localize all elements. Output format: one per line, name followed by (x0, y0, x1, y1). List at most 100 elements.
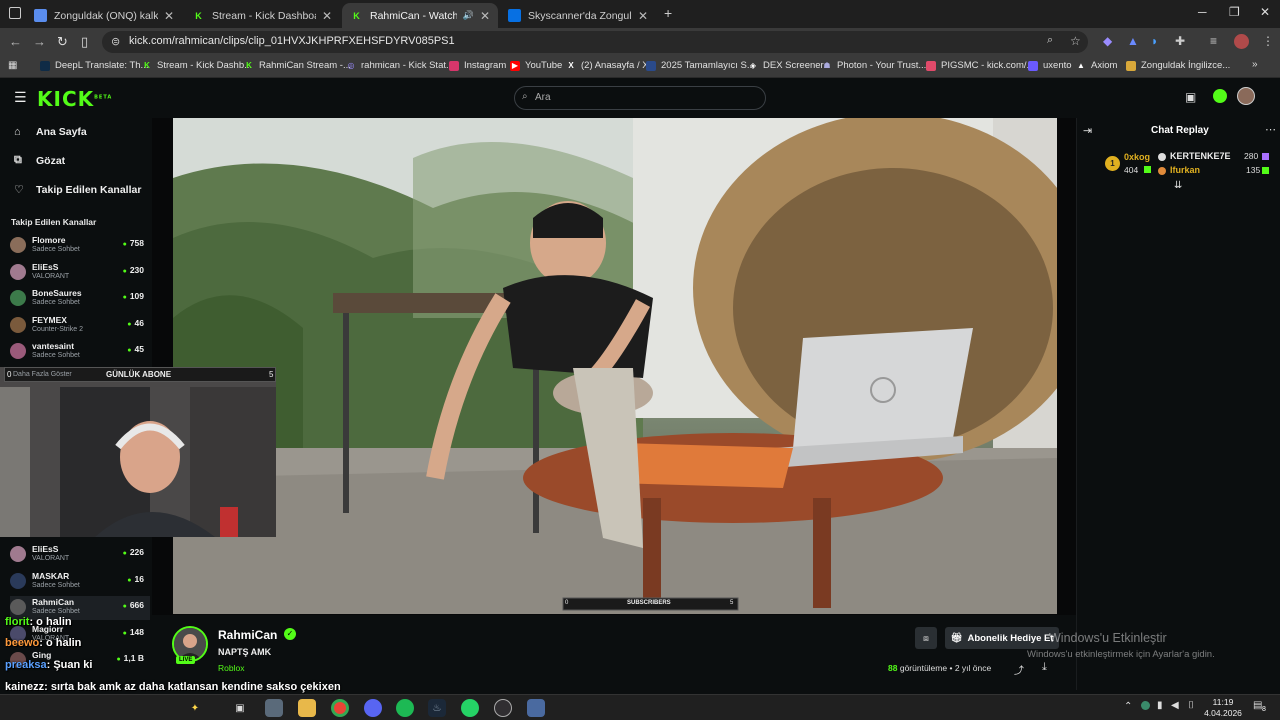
tab-zonguldak[interactable]: Zonguldak (ONQ) kalkışlı direkt ✕ (26, 3, 182, 28)
bookmark-item[interactable]: ☗ Photon - Your Trust... (822, 60, 926, 71)
bookmark-item[interactable]: ◈ DEX Screener (748, 60, 824, 71)
sidebar-channel-vantesaint[interactable]: vantesaintSadece Sohbet 45 (10, 340, 150, 364)
tab-skyscanner[interactable]: Skyscanner'da Zonguldak-Yeni ✕ (500, 3, 656, 28)
sidebar-channel-eliess[interactable]: EliEsSVALORANT 230 (10, 261, 150, 285)
discord-icon[interactable] (364, 699, 382, 717)
gifter-name[interactable]: KERTENKE7E (1170, 151, 1231, 161)
back-icon[interactable]: ← (9, 34, 22, 49)
extension-icon[interactable]: ◆ (1103, 34, 1112, 48)
sidebar-channel-flomore[interactable]: FlomoreSadece Sohbet 758 (10, 234, 150, 258)
app-icon[interactable] (527, 699, 545, 717)
menu-icon[interactable]: ⋮ (1262, 34, 1274, 48)
close-icon[interactable]: ✕ (638, 9, 648, 23)
bookmark-item[interactable]: 2025 Tamamlayıcı S... (646, 60, 755, 71)
video-player[interactable]: 0 SUBSCRIBERS 5 (152, 118, 1076, 615)
bookmark-item[interactable]: K RahmiCan Stream -... (244, 60, 351, 71)
show-more-link[interactable]: Daha Fazla Göster (13, 371, 72, 378)
bookmark-item[interactable]: ▲ Axiom (1076, 60, 1117, 71)
window-close-icon[interactable]: ✕ (1260, 5, 1270, 19)
collapse-chat-icon[interactable]: ⇥ (1083, 124, 1092, 137)
reload-icon[interactable]: ↻ (57, 34, 68, 50)
bookmark-item[interactable]: Instagram (449, 60, 506, 71)
tab-rahmican-clips[interactable]: K RahmiCan - Watch clips on 🔊 ✕ (342, 3, 498, 28)
address-bar[interactable]: ⊜ kick.com/rahmican/clips/clip_01HVXJKHP… (102, 31, 1088, 53)
url-text[interactable]: kick.com/rahmican/clips/clip_01HVXJKHPRF… (129, 35, 455, 47)
volume-icon[interactable]: ◀︎ (1171, 700, 1179, 711)
sparkle-icon[interactable]: ✦ (186, 699, 204, 717)
minimize-icon[interactable]: ─ (1198, 5, 1207, 19)
speaker-icon[interactable]: 🔊 (463, 10, 474, 21)
site-info-icon[interactable]: ⊜ (111, 35, 120, 48)
clip-video-frame[interactable]: 0 SUBSCRIBERS 5 (173, 118, 1057, 614)
spotify-icon[interactable] (396, 699, 414, 717)
sidepanel-icon[interactable]: ▯ (81, 34, 88, 50)
network-icon[interactable]: ⌷ (1188, 700, 1194, 711)
clip-icon[interactable]: ▣ (1185, 90, 1196, 104)
bookmark-item[interactable]: DeepL Translate: Th... (40, 60, 148, 71)
gifter-name[interactable]: Ifurkan (1170, 165, 1200, 175)
sidebar-channel-feymex[interactable]: FEYMEXCounter-Strike 2 46 (10, 314, 150, 338)
bookmark-item[interactable]: ◎ rahmican - Kick Stat... (346, 60, 454, 71)
chat-options-icon[interactable]: ⋯ (1265, 123, 1276, 136)
sidebar-channel-eliess[interactable]: EliEsSVALORANT 226 (10, 543, 150, 567)
kick-status-icon[interactable] (1213, 89, 1227, 103)
sidebar-channel-maskar[interactable]: MASKARSadece Sohbet 16 (10, 570, 150, 594)
chrome-icon[interactable] (331, 699, 349, 717)
tray-app-icon[interactable] (1141, 701, 1150, 710)
deepl-icon (40, 60, 50, 71)
bookmark-star-icon[interactable]: ☆ (1070, 34, 1081, 48)
close-icon[interactable]: ✕ (322, 9, 332, 23)
microphone-icon[interactable]: ▮ (1157, 700, 1163, 711)
extensions-puzzle-icon[interactable]: ✚ (1175, 34, 1185, 48)
gifter-amount: 280 (1244, 151, 1259, 161)
tab-kick-dashboard[interactable]: K Stream - Kick Dashboard ✕ (184, 3, 340, 28)
share-icon[interactable]: ⤴ (1014, 662, 1024, 677)
folder-icon[interactable] (298, 699, 316, 717)
streamer-name[interactable]: RahmiCan (218, 628, 277, 642)
obs-icon[interactable] (494, 699, 512, 717)
steam-icon[interactable]: ♨ (428, 699, 446, 717)
download-icon[interactable]: ⤓ (1042, 661, 1047, 674)
bookmark-item[interactable]: K Stream - Kick Dashb... (142, 60, 252, 71)
bookmark-item[interactable]: X (2) Anasayfa / X (566, 60, 648, 71)
reading-list-icon[interactable]: ≡ (1210, 34, 1217, 48)
theater-mode-button[interactable]: ⧈ (915, 627, 937, 649)
top-gifter-name[interactable]: 0xkog (1124, 152, 1150, 162)
close-icon[interactable]: ✕ (164, 9, 174, 23)
expand-leaderboard-icon[interactable]: ⇊ (1174, 180, 1182, 191)
tray-chevron-icon[interactable]: ⌃ (1124, 701, 1132, 712)
restore-icon[interactable]: ❐ (1229, 5, 1240, 19)
more-bookmarks-icon[interactable]: » (1252, 59, 1258, 70)
nav-home[interactable]: ⌂ Ana Sayfa (14, 126, 87, 138)
extension-icon[interactable]: ▲ (1127, 34, 1139, 48)
bookmark-item[interactable]: ▶ YouTube (510, 60, 562, 71)
system-clock[interactable]: 11:19 4.04.2026 (1203, 697, 1243, 719)
stream-title: NAPTŞ AMK (218, 647, 272, 657)
close-icon[interactable]: ✕ (480, 9, 490, 23)
apps-grid-icon[interactable]: ▦ (8, 60, 17, 71)
search-icon: ⌕ (522, 91, 528, 102)
sidebar-channel-bonesaures[interactable]: BoneSauresSadece Sohbet 109 (10, 287, 150, 311)
profile-avatar[interactable] (1234, 34, 1249, 49)
overlay-chat-user: florit (5, 616, 30, 628)
bookmark-item[interactable]: Zonguldak İngilizce... (1126, 60, 1230, 71)
file-manager-icon[interactable] (265, 699, 283, 717)
task-view-icon[interactable]: ▣ (231, 699, 249, 717)
tab-search-icon[interactable] (9, 7, 21, 19)
nav-following[interactable]: ♡ Takip Edilen Kanallar (14, 183, 141, 197)
overlay-chat-user: preaksa (5, 659, 47, 671)
bookmark-item[interactable]: uxento (1028, 60, 1072, 71)
bookmark-item[interactable]: PIGSMC - kick.com/... (926, 60, 1034, 71)
forward-icon[interactable]: → (33, 34, 46, 49)
zoom-icon[interactable]: ⌕ (1047, 34, 1053, 47)
channel-avatar (10, 263, 26, 280)
new-tab-icon[interactable]: + (664, 5, 672, 21)
whatsapp-icon[interactable] (461, 699, 479, 717)
nav-browse[interactable]: ⧉ Gözat (14, 154, 65, 167)
stream-category[interactable]: Roblox (218, 663, 244, 673)
extension-icon[interactable]: ◗ (1151, 34, 1158, 48)
search-input[interactable]: ⌕ Ara (514, 86, 766, 110)
hamburger-menu-icon[interactable]: ☰ (14, 89, 27, 106)
kick-logo[interactable]: KICKBETA (37, 87, 112, 111)
user-avatar[interactable] (1237, 87, 1255, 105)
